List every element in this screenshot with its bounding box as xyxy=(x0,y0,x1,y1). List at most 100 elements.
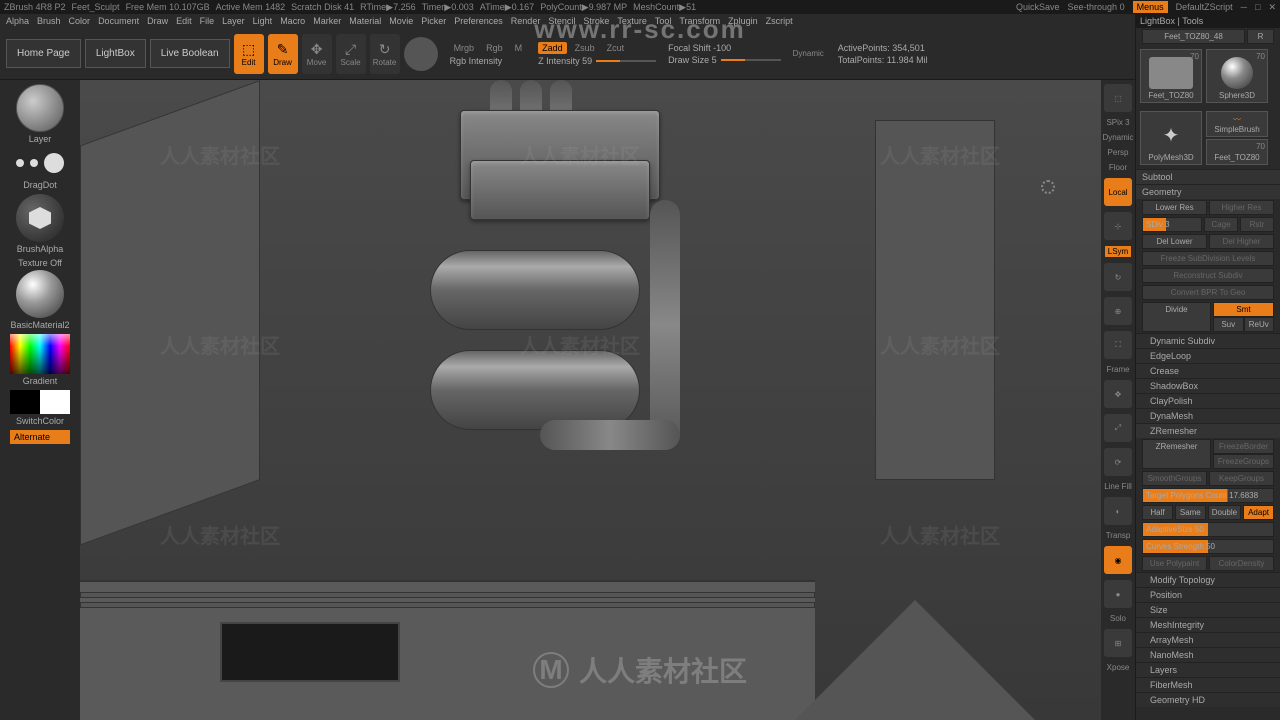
persp-toggle[interactable]: Persp xyxy=(1108,148,1129,157)
maximize-icon[interactable]: □ xyxy=(1255,2,1260,12)
texture-slot[interactable]: Texture OffBasicMaterial2 xyxy=(8,258,72,330)
menu-file[interactable]: File xyxy=(200,16,215,26)
linefill-toggle[interactable]: Line Fill xyxy=(1104,482,1132,491)
rgb-intensity-slider[interactable]: Rgb Intensity xyxy=(450,56,527,66)
nanomesh-section[interactable]: NanoMesh xyxy=(1136,647,1280,662)
rstr-button[interactable]: Rstr xyxy=(1240,217,1274,232)
same-button[interactable]: Same xyxy=(1175,505,1206,520)
menu-zscript[interactable]: Zscript xyxy=(766,16,793,26)
dynamesh-section[interactable]: DynaMesh xyxy=(1136,408,1280,423)
geometry-section[interactable]: Geometry xyxy=(1136,184,1280,199)
menu-document[interactable]: Document xyxy=(98,16,139,26)
sdiv-slider[interactable]: SDiv 3 xyxy=(1142,217,1202,232)
double-button[interactable]: Double xyxy=(1208,505,1241,520)
adaptive-slider[interactable]: AdaptiveSize 50 xyxy=(1142,522,1274,537)
freezeborder-button[interactable]: FreezeBorder xyxy=(1213,439,1274,454)
floor-toggle[interactable]: Floor xyxy=(1109,163,1127,172)
reuv-button[interactable]: ReUv xyxy=(1244,317,1275,332)
smt-button[interactable]: Smt xyxy=(1213,302,1274,317)
rotate-view-icon[interactable]: ⟳ xyxy=(1104,448,1132,476)
scale-icon[interactable]: ⤢ xyxy=(1104,414,1132,442)
alternate-button[interactable]: Alternate xyxy=(10,430,70,444)
menu-color[interactable]: Color xyxy=(69,16,91,26)
menu-alpha[interactable]: Alpha xyxy=(6,16,29,26)
menu-light[interactable]: Light xyxy=(253,16,273,26)
solo-toggle[interactable]: ● xyxy=(1104,580,1132,608)
current-tool[interactable]: Feet_TOZ80_48 xyxy=(1142,29,1245,44)
move-icon[interactable]: ✥ xyxy=(1104,380,1132,408)
lightbox-tab[interactable]: LightBox xyxy=(85,39,146,68)
liveboolean-tab[interactable]: Live Boolean xyxy=(150,39,230,68)
fibermesh-section[interactable]: FiberMesh xyxy=(1136,677,1280,692)
modifytopo-section[interactable]: Modify Topology xyxy=(1136,572,1280,587)
lsym-toggle[interactable]: LSym xyxy=(1105,246,1131,257)
rotate-button[interactable]: ↻Rotate xyxy=(370,34,400,74)
viewport[interactable] xyxy=(80,80,1135,720)
brush-alpha[interactable]: BrushAlpha xyxy=(8,194,72,254)
tool-thumb[interactable]: Feet_TOZ8070 xyxy=(1206,139,1268,165)
edit-button[interactable]: ⬚Edit xyxy=(234,34,264,74)
position-section[interactable]: Position xyxy=(1136,587,1280,602)
menu-marker[interactable]: Marker xyxy=(313,16,341,26)
dragdot-stroke[interactable]: DragDot xyxy=(8,148,72,190)
arraymesh-section[interactable]: ArrayMesh xyxy=(1136,632,1280,647)
m-button[interactable]: M xyxy=(511,42,527,54)
dellower-button[interactable]: Del Lower xyxy=(1142,234,1207,249)
meshint-section[interactable]: MeshIntegrity xyxy=(1136,617,1280,632)
geohd-section[interactable]: Geometry HD xyxy=(1136,692,1280,707)
mrgb-button[interactable]: Mrgb xyxy=(450,42,479,54)
subtool-section[interactable]: Subtool xyxy=(1136,169,1280,184)
bpr-button[interactable]: ⬚ xyxy=(1104,84,1132,112)
layer-brush[interactable]: Layer xyxy=(8,84,72,144)
curves-slider[interactable]: Curves Strength 50 xyxy=(1142,539,1274,554)
cage-button[interactable]: Cage xyxy=(1204,217,1238,232)
menus-button[interactable]: Menus xyxy=(1133,1,1168,13)
convertbpr-button[interactable]: Convert BPR To Geo xyxy=(1142,285,1274,300)
shadowbox-section[interactable]: ShadowBox xyxy=(1136,378,1280,393)
menu-movie[interactable]: Movie xyxy=(389,16,413,26)
frame-button[interactable]: ⛶ xyxy=(1104,331,1132,359)
colordensity-button[interactable]: ColorDensity xyxy=(1209,556,1274,571)
menu-preferences[interactable]: Preferences xyxy=(454,16,503,26)
local-toggle[interactable]: Local xyxy=(1104,178,1132,206)
half-button[interactable]: Half xyxy=(1142,505,1173,520)
r-button[interactable]: R xyxy=(1247,29,1274,44)
tool-thumb[interactable]: Sphere3D70 xyxy=(1206,49,1268,103)
menu-material[interactable]: Material xyxy=(349,16,381,26)
divide-button[interactable]: Divide xyxy=(1142,302,1211,332)
default-zscript[interactable]: DefaultZScript xyxy=(1176,2,1233,12)
menu-edit[interactable]: Edit xyxy=(176,16,192,26)
brush-preview[interactable] xyxy=(404,37,438,71)
freezegroups-button[interactable]: FreezeGroups xyxy=(1213,454,1274,469)
size-section[interactable]: Size xyxy=(1136,602,1280,617)
zremesher-button[interactable]: ZRemesher xyxy=(1142,439,1211,469)
target-polygons-slider[interactable]: Target Polygons Count 17.6838 xyxy=(1142,488,1274,503)
polypaint-button[interactable]: Use Polypaint xyxy=(1142,556,1207,571)
layers-section[interactable]: Layers xyxy=(1136,662,1280,677)
claypolish-section[interactable]: ClayPolish xyxy=(1136,393,1280,408)
delhigher-button[interactable]: Del Higher xyxy=(1209,234,1274,249)
scale-button[interactable]: ⤢Scale xyxy=(336,34,366,74)
draw-button[interactable]: ✎Draw xyxy=(268,34,298,74)
adapt-button[interactable]: Adapt xyxy=(1243,505,1274,520)
xpose-toggle[interactable]: ⊞ xyxy=(1104,629,1132,657)
transp-toggle[interactable]: ◐ xyxy=(1104,497,1132,525)
higherres-button[interactable]: Higher Res xyxy=(1209,200,1274,215)
menu-picker[interactable]: Picker xyxy=(421,16,446,26)
keepgroups-button[interactable]: KeepGroups xyxy=(1209,471,1274,486)
seethrough-slider[interactable]: See-through 0 xyxy=(1068,2,1125,12)
move-button[interactable]: ✥Move xyxy=(302,34,332,74)
smoothgroups-button[interactable]: SmoothGroups xyxy=(1142,471,1207,486)
menu-layer[interactable]: Layer xyxy=(222,16,245,26)
z-intensity-slider[interactable]: Z Intensity 59 xyxy=(538,56,656,66)
tool-thumb[interactable]: 〰SimpleBrush xyxy=(1206,111,1268,137)
tool-thumb[interactable]: ✦PolyMesh3D xyxy=(1140,111,1202,165)
ghost-toggle[interactable]: ◉ xyxy=(1104,546,1132,574)
rotate-icon[interactable]: ↻ xyxy=(1104,263,1132,291)
reconstruct-button[interactable]: Reconstruct Subdiv xyxy=(1142,268,1274,283)
color-picker[interactable]: Gradient xyxy=(8,334,72,386)
suv-button[interactable]: Suv xyxy=(1213,317,1244,332)
zremesher-section[interactable]: ZRemesher xyxy=(1136,423,1280,438)
quicksave-button[interactable]: QuickSave xyxy=(1016,2,1060,12)
color-swatches[interactable]: SwitchColor xyxy=(8,390,72,426)
